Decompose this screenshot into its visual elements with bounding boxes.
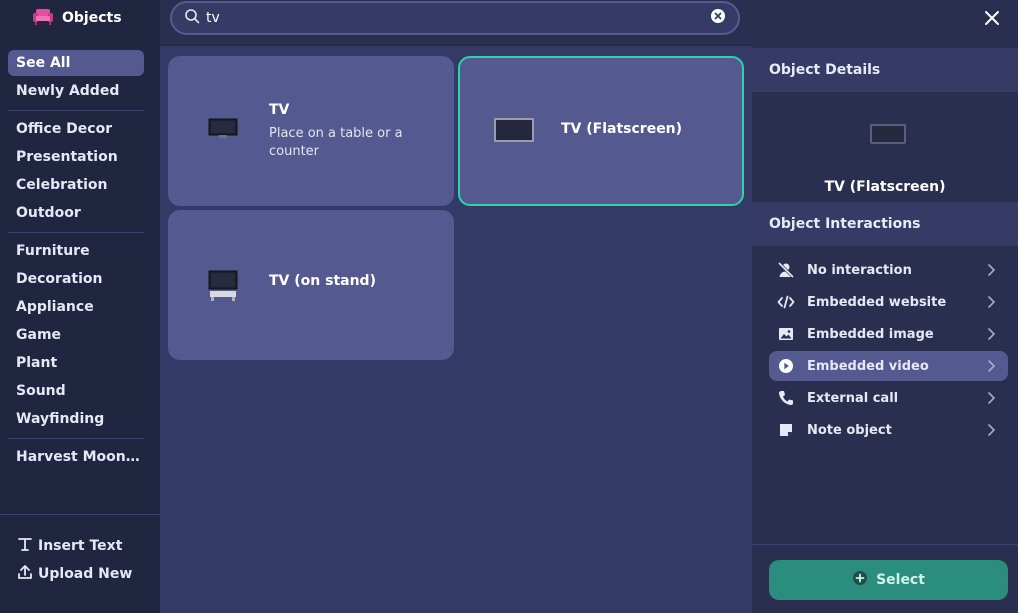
close-icon[interactable] <box>982 8 1002 28</box>
select-button[interactable]: Select <box>769 560 1008 600</box>
plus-circle-icon <box>852 570 868 590</box>
interaction-embedded-image[interactable]: Embedded image <box>769 319 1008 349</box>
interaction-no-interaction[interactable]: No interaction <box>769 255 1008 285</box>
code-icon <box>777 293 795 311</box>
sidebar-item-presentation[interactable]: Presentation <box>8 144 144 170</box>
flatscreen-tv-thumbnail-icon <box>493 117 535 147</box>
divider <box>8 232 144 233</box>
sidebar-item-sound[interactable]: Sound <box>8 378 144 404</box>
search-box <box>170 1 740 35</box>
sidebar-header: Objects <box>32 6 122 30</box>
upload-icon <box>16 564 34 584</box>
chevron-right-icon <box>986 326 996 346</box>
sidebar-item-game[interactable]: Game <box>8 322 144 348</box>
object-card-tv-flatscreen[interactable]: TV (Flatscreen) <box>458 56 744 206</box>
divider <box>0 514 160 515</box>
object-card-tv-on-stand[interactable]: TV (on stand) <box>168 210 454 360</box>
note-icon <box>777 421 795 439</box>
tv-thumbnail-icon <box>208 118 238 144</box>
search-bar-container <box>160 0 752 46</box>
object-details-header: Object Details <box>752 48 1018 92</box>
interaction-external-call[interactable]: External call <box>769 383 1008 413</box>
selected-object-thumbnail <box>870 124 906 144</box>
no-interaction-icon <box>777 261 795 279</box>
search-input[interactable] <box>206 10 710 26</box>
object-card-name: TV <box>269 102 290 118</box>
object-interactions-header: Object Interactions <box>752 202 1018 246</box>
sidebar-item-plant[interactable]: Plant <box>8 350 144 376</box>
sidebar: Objects See All Newly Added Office Decor… <box>0 0 160 613</box>
sidebar-item-furniture[interactable]: Furniture <box>8 238 144 264</box>
interaction-note-object[interactable]: Note object <box>769 415 1008 445</box>
sidebar-item-outdoor[interactable]: Outdoor <box>8 200 144 226</box>
tv-on-stand-thumbnail-icon <box>208 270 238 306</box>
sidebar-item-decoration[interactable]: Decoration <box>8 266 144 292</box>
sidebar-title: Objects <box>62 10 122 26</box>
sidebar-item-office-decor[interactable]: Office Decor <box>8 116 144 142</box>
sidebar-item-see-all[interactable]: See All <box>8 50 144 76</box>
sidebar-item-wayfinding[interactable]: Wayfinding <box>8 406 144 432</box>
divider <box>752 544 1018 545</box>
chevron-right-icon <box>986 262 996 282</box>
insert-text-button[interactable]: Insert Text <box>16 535 122 557</box>
chevron-right-icon <box>986 358 996 378</box>
object-card-tv[interactable]: TV Place on a table or a counter <box>168 56 454 206</box>
chevron-right-icon <box>986 390 996 410</box>
search-icon <box>184 8 200 28</box>
sidebar-item-appliance[interactable]: Appliance <box>8 294 144 320</box>
interaction-embedded-video[interactable]: Embedded video <box>769 351 1008 381</box>
chevron-right-icon <box>986 294 996 314</box>
results-area: TV Place on a table or a counter TV (Fla… <box>160 0 752 613</box>
object-card-name: TV (on stand) <box>269 273 376 289</box>
phone-icon <box>777 389 795 407</box>
sidebar-item-newly-added[interactable]: Newly Added <box>8 78 144 104</box>
text-icon <box>16 536 34 556</box>
selected-object-name: TV (Flatscreen) <box>824 179 946 195</box>
clear-search-icon[interactable] <box>710 8 726 28</box>
chevron-right-icon <box>986 422 996 442</box>
play-icon <box>777 357 795 375</box>
sofa-icon <box>32 7 54 29</box>
image-icon <box>777 325 795 343</box>
details-panel: Object Details TV (Flatscreen) Object In… <box>752 0 1018 613</box>
object-card-description: Place on a table or a counter <box>269 126 403 159</box>
object-card-name: TV (Flatscreen) <box>561 121 683 137</box>
divider <box>8 438 144 439</box>
divider <box>8 110 144 111</box>
sidebar-item-celebration[interactable]: Celebration <box>8 172 144 198</box>
sidebar-item-harvest-moon[interactable]: Harvest Moon Fe... <box>8 444 144 470</box>
upload-new-button[interactable]: Upload New <box>16 563 132 585</box>
interaction-embedded-website[interactable]: Embedded website <box>769 287 1008 317</box>
